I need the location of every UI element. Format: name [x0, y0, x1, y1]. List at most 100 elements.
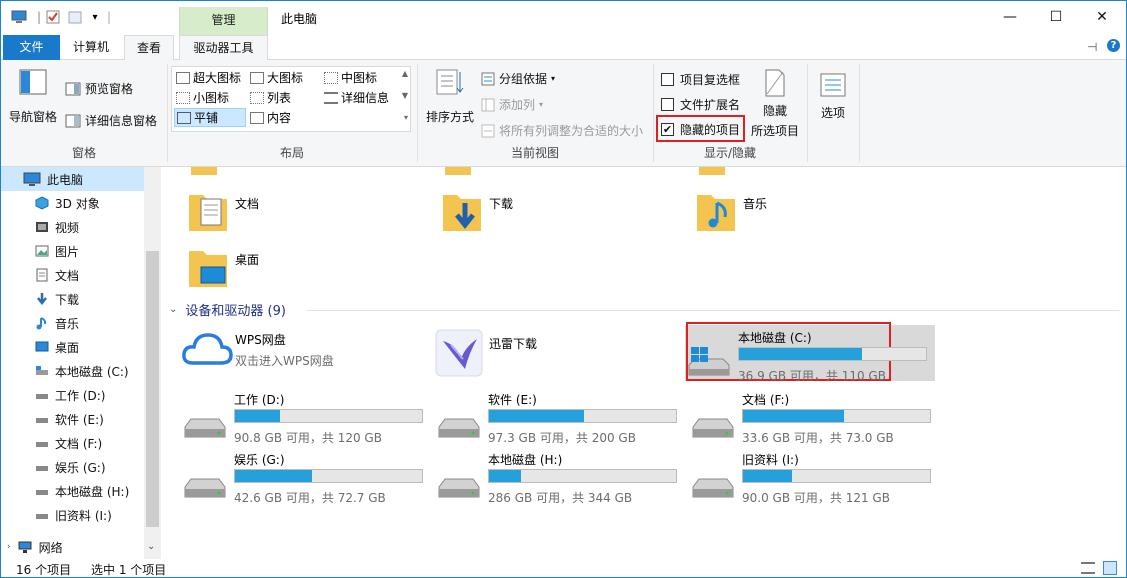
nav-pane-icon — [19, 69, 47, 95]
navigation-pane: 此电脑 3D 对象 视频 图片 文档 下载 音乐 桌面 本地磁盘 (C:) 工作… — [1, 167, 161, 559]
add-column-button[interactable]: 添加列 ▾ — [481, 96, 543, 113]
sort-by-button[interactable]: 排序方式 — [425, 68, 475, 125]
item-checkboxes-label: 项目复选框 — [680, 73, 741, 87]
layout-extra-large-icons[interactable]: 超大图标 — [174, 68, 243, 87]
pin-icon[interactable]: ⊣ — [1087, 40, 1097, 54]
sidebar-item-drive-i[interactable]: 旧资料 (I:) — [1, 503, 112, 527]
drive-tile[interactable]: 本地磁盘 (C:) 36.9 GB 可用，共 110 GB — [685, 327, 935, 383]
nav-pane-button[interactable]: 导航窗格 — [7, 68, 59, 125]
fit-columns-label: 将所有列调整为合适的大小 — [499, 124, 644, 138]
sidebar-item-network[interactable]: › 网络 — [1, 535, 63, 559]
fit-columns-button[interactable]: 将所有列调整为合适的大小 — [481, 122, 643, 139]
item-checkboxes-toggle[interactable]: 项目复选框 — [661, 71, 740, 88]
gallery-up-icon[interactable]: ▲ — [402, 69, 408, 78]
layout-small-icons[interactable]: 小图标 — [174, 88, 231, 107]
drive-tile[interactable]: 文档 (F:) 33.6 GB 可用，共 73.0 GB — [689, 389, 939, 445]
drive-tile[interactable]: 工作 (D:) 90.8 GB 可用，共 120 GB — [181, 389, 431, 445]
computer-icon — [23, 172, 41, 186]
properties-icon[interactable] — [45, 9, 61, 25]
thunder-name: 迅雷下载 — [489, 337, 538, 351]
layout-content[interactable]: 内容 — [248, 108, 293, 127]
details-pane-button[interactable]: 详细信息窗格 — [65, 112, 157, 129]
layout-large-icons[interactable]: 大图标 — [248, 68, 305, 87]
sidebar-item-drive-h[interactable]: 本地磁盘 (H:) — [1, 479, 129, 503]
sidebar-item-this-pc[interactable]: 此电脑 — [1, 167, 144, 191]
sidebar-item-music[interactable]: 音乐 — [1, 311, 79, 335]
sidebar-scrollbar[interactable]: ⌄ — [144, 167, 161, 559]
group-label-layout: 布局 — [279, 146, 304, 160]
devices-section-header[interactable]: ⌄ 设备和驱动器 (9) — [169, 300, 286, 319]
sidebar-item-videos[interactable]: 视频 — [1, 215, 79, 239]
preview-pane-button[interactable]: 预览窗格 — [65, 80, 133, 97]
drive-tile[interactable]: 软件 (E:) 97.3 GB 可用，共 200 GB — [435, 389, 685, 445]
drive-usage-fill — [235, 410, 280, 422]
folder-tile-music[interactable]: 音乐 — [695, 189, 767, 233]
file-extensions-toggle[interactable]: 文件扩展名 — [661, 96, 740, 113]
tab-drive-tools[interactable]: 驱动器工具 — [179, 35, 268, 61]
sidebar-item-desktop[interactable]: 桌面 — [1, 335, 79, 359]
drive-usage-fill — [489, 410, 585, 422]
layout-list[interactable]: 列表 — [248, 88, 293, 107]
options-button[interactable]: 选项 — [813, 72, 853, 121]
tiles-view-icon[interactable] — [1103, 561, 1117, 575]
sidebar-item-downloads[interactable]: 下载 — [1, 287, 79, 311]
group-show-hide: 项目复选框 文件扩展名 ✔ 隐藏的项目 隐藏 所选项目 显示/隐藏 — [653, 62, 807, 165]
pictures-icon — [35, 245, 49, 257]
drive-icon — [36, 490, 48, 495]
scrollbar-thumb[interactable] — [146, 251, 159, 527]
close-button[interactable]: ✕ — [1079, 1, 1125, 33]
layout-grid-icon — [250, 71, 264, 84]
sidebar-item-drive-c[interactable]: 本地磁盘 (C:) — [1, 359, 129, 383]
sort-icon — [436, 69, 464, 95]
drive-free-space: 33.6 GB 可用，共 73.0 GB — [742, 431, 894, 445]
tab-view[interactable]: 查看 — [124, 35, 174, 61]
drive-tile[interactable]: 娱乐 (G:) 42.6 GB 可用，共 72.7 GB — [181, 449, 431, 505]
minimize-button[interactable]: — — [987, 1, 1033, 33]
downloads-icon — [37, 293, 47, 306]
maximize-button[interactable]: ☐ — [1033, 1, 1079, 33]
window-title: 此电脑 — [281, 12, 318, 26]
wps-cloud-tile[interactable]: WPS网盘 双击进入WPS网盘 — [181, 329, 334, 369]
system-drive-icon — [688, 347, 730, 376]
folder-tile-desktop[interactable]: 桌面 — [187, 245, 259, 289]
new-folder-icon[interactable] — [67, 9, 83, 25]
folder-label: 桌面 — [235, 253, 260, 267]
gallery-more-icon[interactable]: ▾ — [404, 113, 408, 122]
drive-name: 工作 (D:) — [234, 393, 285, 407]
tab-file[interactable]: 文件 — [3, 35, 60, 60]
layout-details[interactable]: 详细信息 — [322, 88, 391, 107]
drive-free-space: 42.6 GB 可用，共 72.7 GB — [234, 491, 386, 505]
computer-icon[interactable] — [11, 9, 27, 25]
help-icon[interactable]: ? — [1107, 39, 1120, 52]
tab-computer[interactable]: 计算机 — [63, 35, 119, 60]
group-by-button[interactable]: 分组依据 ▾ — [481, 70, 555, 87]
folder-label: 文档 — [235, 197, 260, 211]
file-extensions-label: 文件扩展名 — [680, 98, 741, 112]
layout-medium-icons[interactable]: 中图标 — [322, 68, 379, 87]
sidebar-item-drive-g[interactable]: 娱乐 (G:) — [1, 455, 106, 479]
group-label-current-view: 当前视图 — [510, 146, 559, 160]
sidebar-item-drive-d[interactable]: 工作 (D:) — [1, 383, 105, 407]
hide-selected-button[interactable]: 隐藏 所选项目 — [749, 68, 801, 139]
drive-tile[interactable]: 本地磁盘 (H:) 286 GB 可用，共 344 GB — [435, 449, 685, 505]
scroll-down-icon[interactable]: ⌄ — [147, 541, 155, 552]
drive-usage-fill — [743, 470, 792, 482]
gallery-down-icon[interactable]: ▼ — [402, 91, 408, 100]
hide-selected-label-2: 所选项目 — [750, 124, 799, 138]
details-view-icon[interactable] — [1081, 562, 1095, 574]
context-tab-manage[interactable]: 管理 — [179, 7, 268, 35]
drive-icon — [692, 478, 734, 498]
sidebar-item-drive-f[interactable]: 文档 (F:) — [1, 431, 102, 455]
item-checkboxes-checkbox[interactable] — [661, 73, 674, 86]
drive-usage-bar — [234, 409, 423, 423]
sidebar-item-pictures[interactable]: 图片 — [1, 239, 79, 263]
thunder-download-tile[interactable]: 迅雷下载 — [435, 329, 537, 377]
layout-tiles[interactable]: 平铺 — [174, 108, 246, 127]
sidebar-item-documents[interactable]: 文档 — [1, 263, 79, 287]
folder-tile-documents[interactable]: 文档 — [187, 189, 259, 233]
drive-tile[interactable]: 旧资料 (I:) 90.0 GB 可用，共 121 GB — [689, 449, 939, 505]
folder-tile-downloads[interactable]: 下载 — [441, 189, 513, 233]
sidebar-item-3d-objects[interactable]: 3D 对象 — [1, 191, 100, 215]
file-extensions-checkbox[interactable] — [661, 98, 674, 111]
sidebar-item-drive-e[interactable]: 软件 (E:) — [1, 407, 104, 431]
